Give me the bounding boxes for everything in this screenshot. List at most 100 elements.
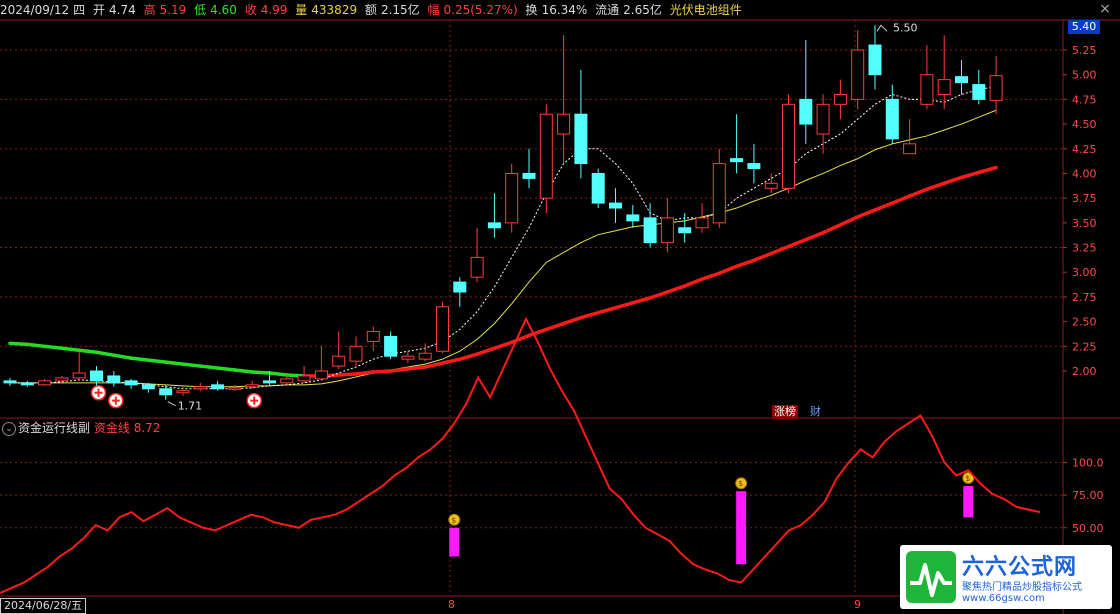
candle-body (660, 217, 674, 244)
sub-tick-label: 75.00 (1072, 489, 1104, 502)
price-tick-label: 3.25 (1072, 242, 1097, 255)
candle-body (643, 217, 657, 244)
chevron-down-icon[interactable]: ⌄ (2, 421, 16, 436)
stock-chart[interactable]: 5.25 5.00 4.75 4.50 4.25 4.00 3.75 3.50 3.25 3.00… (0, 0, 1120, 614)
ma-slow-segment (42, 344, 64, 351)
ma-slow-segment (163, 360, 185, 366)
candle-body (107, 375, 121, 384)
ma-slow-segment (215, 366, 237, 372)
ma-slow-segment (977, 165, 998, 175)
tag-zhangbang[interactable]: 涨榜 (772, 405, 798, 419)
start-date-label: 2024/06/28/五 (0, 598, 87, 614)
ma-slow-segment (8, 341, 30, 347)
tag-finance[interactable]: 财 (808, 405, 823, 419)
month-label-9: 9 (854, 598, 861, 611)
candle-body (436, 306, 449, 352)
money-bag-glyph: $ (738, 479, 743, 488)
ma-slow-segment (77, 348, 99, 354)
candle-body (678, 227, 692, 234)
ma-slow-segment (925, 181, 946, 192)
candle-body (799, 98, 813, 125)
candle-body (349, 345, 363, 362)
sub-panel-header: ⌄ 资金运行线副 资金线 8.72 (0, 419, 160, 437)
candle-body (401, 355, 415, 360)
series-value: 8.72 (133, 421, 161, 435)
ma-slow-segment (665, 284, 687, 294)
ma-slow-segment (786, 237, 808, 249)
price-tick-label: 2.25 (1072, 340, 1097, 353)
ma-slow-segment (717, 264, 739, 275)
ma-slow-segment (907, 187, 929, 198)
candle-body (176, 390, 190, 394)
candle-body (747, 163, 761, 170)
ma-slow-segment (371, 369, 393, 374)
candle-body (72, 372, 86, 379)
price-tick-label: 4.25 (1072, 143, 1097, 156)
ma-slow-segment (734, 258, 756, 269)
candle-body (418, 352, 432, 360)
signal-bar (736, 491, 747, 565)
ma-slow-segment (596, 306, 618, 315)
candle-body (920, 74, 934, 105)
candle-body (764, 182, 778, 189)
candle-body (384, 335, 398, 357)
ma-slow-segment (682, 277, 704, 288)
high-marker-label: 5.50 (893, 21, 918, 34)
price-tick-label: 2.00 (1072, 365, 1097, 378)
logo-icon (906, 551, 956, 603)
logo-tagline: 聚焦热门精品炒股指标公式 (962, 582, 1082, 593)
sub-tick-label: 100.0 (1072, 457, 1104, 470)
candle-body (453, 281, 467, 293)
price-tick-label: 4.50 (1072, 118, 1097, 131)
series-label: 资金线 (93, 421, 130, 435)
ma-slow-segment (509, 333, 531, 345)
candle-body (297, 375, 311, 382)
ma-slow-segment (752, 251, 773, 263)
candle-body (972, 84, 986, 100)
ma-slow-segment (873, 201, 895, 212)
month-label-8: 8 (448, 598, 455, 611)
candle-body (609, 202, 622, 209)
ma-slow-segment (198, 364, 220, 370)
ma-slow-segment (440, 357, 462, 365)
candle-body (314, 370, 328, 380)
ma-slow-segment (613, 301, 635, 310)
ma-slow-segment (181, 362, 203, 368)
signal-bar (449, 527, 460, 557)
candle-body (20, 382, 34, 386)
ma-slow-segment (146, 358, 168, 364)
candle-body (522, 172, 536, 179)
ma-slow-segment (700, 271, 722, 281)
candle-body (470, 256, 484, 278)
ma-slow-segment (890, 194, 912, 205)
candle-body (730, 158, 744, 163)
signal-bar (963, 485, 974, 518)
candle-body (937, 79, 951, 95)
candle-body (626, 214, 640, 222)
candle-body (903, 143, 917, 155)
candle-body (159, 388, 173, 396)
candle-body (557, 113, 571, 135)
ma-slow-segment (354, 370, 376, 376)
logo-url: www.66gsw.com (962, 593, 1045, 604)
candle-body (868, 44, 882, 76)
candle-body (851, 49, 865, 100)
ma-slow-segment (804, 230, 825, 242)
current-price-badge: 5.40 (1068, 20, 1100, 34)
money-bag-glyph: $ (451, 516, 456, 525)
price-tick-label: 2.75 (1072, 291, 1097, 304)
money-bag-glyph: $ (965, 474, 970, 483)
candle-body (141, 384, 155, 390)
price-tick-label: 4.00 (1072, 167, 1097, 180)
ma-slow-segment (60, 346, 81, 353)
price-tick-label: 5.25 (1072, 44, 1097, 57)
ma-slow-segment (942, 175, 964, 186)
sub-panel-title[interactable]: 资金运行线副 (18, 421, 90, 435)
sub-grid: 100.0 75.00 50.00 (0, 457, 1104, 535)
candle-body (955, 76, 968, 84)
ma-slow-segment (112, 353, 133, 360)
candle-body (539, 113, 553, 199)
sub-tick-label: 50.00 (1072, 522, 1104, 535)
candle-body (782, 103, 795, 189)
candle-body (211, 384, 225, 390)
